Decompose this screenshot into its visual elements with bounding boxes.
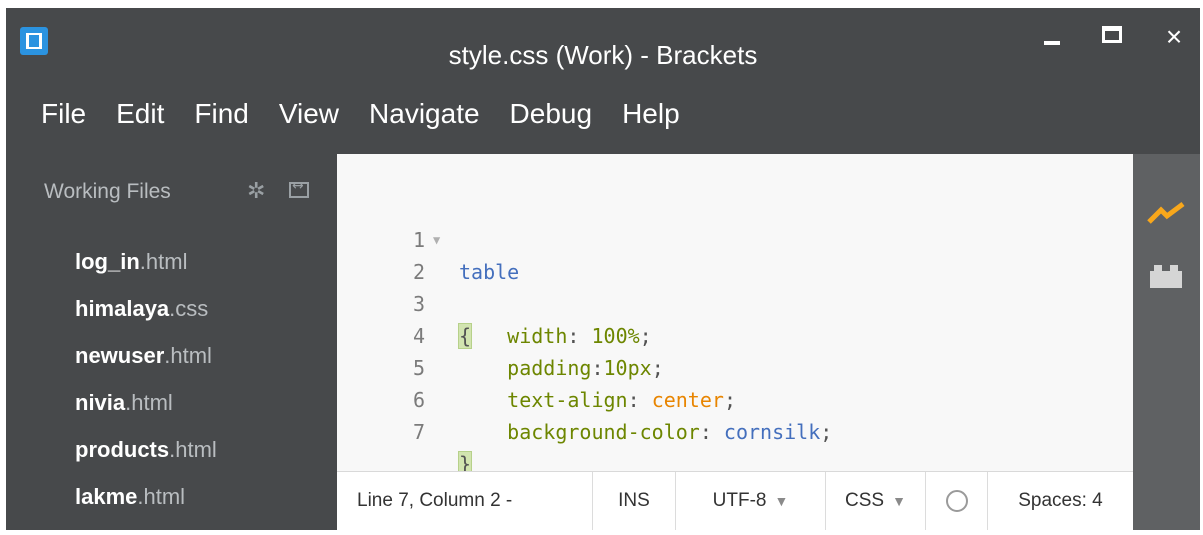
css-property: background-color <box>507 420 700 444</box>
code-line: 6 background-color: cornsilk; <box>337 352 1133 444</box>
menu-find[interactable]: Find <box>194 94 248 134</box>
language-label: CSS <box>845 490 885 511</box>
status-bar: Line 7, Column 2 - INS UTF-8 ▼ CSS ▼ Space… <box>337 471 1133 530</box>
insert-mode-toggle[interactable]: INS <box>592 472 675 530</box>
lint-status-icon <box>945 489 968 512</box>
minimize-button[interactable] <box>1038 22 1068 52</box>
gear-icon[interactable]: ✲ <box>247 180 265 202</box>
code-line: 3 width: 100%; <box>337 256 1133 348</box>
css-colon: : <box>699 420 724 444</box>
window-title: style.css (Work) - Brackets <box>448 40 758 70</box>
menu-navigate[interactable]: Navigate <box>369 94 480 134</box>
code-line: 7 } <box>337 384 1133 477</box>
right-toolbar <box>1133 154 1200 530</box>
code-line: 1 table <box>337 192 1133 284</box>
code-line: 5 text-align: center; <box>337 320 1133 412</box>
file-name: nivia <box>75 390 126 415</box>
linter-status[interactable] <box>925 472 987 530</box>
file-item-newuser[interactable]: newuser.html <box>75 332 217 379</box>
sidebar: Working Files ✲ log_in.html himalaya.css… <box>6 154 337 530</box>
chevron-down-icon: ▼ <box>892 493 906 509</box>
file-item-products[interactable]: products.html <box>75 426 217 473</box>
file-name: products <box>75 437 170 462</box>
indent-setting[interactable]: Spaces: 4 <box>987 472 1133 530</box>
live-preview-icon[interactable] <box>1147 200 1187 228</box>
line-number: 7 <box>412 420 425 444</box>
menu-file[interactable]: File <box>41 94 86 134</box>
menu-debug[interactable]: Debug <box>510 94 593 134</box>
code-text: background-color: cornsilk; <box>459 416 832 448</box>
file-extension: .html <box>125 390 173 415</box>
file-item-lakme[interactable]: lakme.html <box>75 473 217 520</box>
file-item-himalaya[interactable]: himalaya.css <box>75 285 217 332</box>
code-line: 4 padding:10px; <box>337 288 1133 380</box>
encoding-label: UTF-8 <box>712 490 767 511</box>
code-editor[interactable]: 1 table 2 ▼ { 3 width: 100%; 4 padding:1… <box>337 154 1133 477</box>
fold-arrow-icon[interactable]: ▼ <box>433 224 440 256</box>
css-semicolon: ; <box>820 420 833 444</box>
brackets-window: style.css (Work) - Brackets × File Edit … <box>6 8 1200 530</box>
title-bar: style.css (Work) - Brackets × <box>6 8 1200 90</box>
file-extension: .html <box>137 484 186 509</box>
file-name: himalaya <box>75 296 170 321</box>
split-view-icon[interactable] <box>289 178 309 198</box>
code-line: 2 ▼ { <box>337 224 1133 349</box>
working-files-header: Working Files <box>44 180 171 203</box>
extension-manager-icon[interactable] <box>1146 262 1186 290</box>
language-dropdown[interactable]: CSS ▼ <box>825 472 925 530</box>
menu-help[interactable]: Help <box>622 94 680 134</box>
file-item-nivia[interactable]: nivia.html <box>75 379 217 426</box>
css-value: cornsilk <box>723 420 821 444</box>
menu-edit[interactable]: Edit <box>116 94 164 134</box>
maximize-button[interactable] <box>1099 22 1129 52</box>
file-name: log_in <box>75 249 140 274</box>
file-item-log-in[interactable]: log_in.html <box>75 238 217 285</box>
file-extension: .html <box>169 437 217 462</box>
menu-view[interactable]: View <box>279 94 339 134</box>
cursor-position[interactable]: Line 7, Column 2 - <box>337 472 592 530</box>
encoding-dropdown[interactable]: UTF-8 ▼ <box>675 472 825 530</box>
code-area[interactable]: 1 table 2 ▼ { 3 width: 100%; 4 padding:1… <box>337 192 1133 477</box>
menu-bar: File Edit Find View Navigate Debug Help <box>41 94 710 134</box>
file-extension: .css <box>169 296 209 321</box>
file-extension: .html <box>139 249 188 274</box>
file-name: newuser <box>75 343 165 368</box>
chevron-down-icon: ▼ <box>774 493 789 509</box>
close-button[interactable]: × <box>1159 22 1189 52</box>
file-name: lakme <box>75 484 138 509</box>
working-files-list: log_in.html himalaya.css newuser.html ni… <box>75 238 217 520</box>
file-extension: .html <box>164 343 212 368</box>
